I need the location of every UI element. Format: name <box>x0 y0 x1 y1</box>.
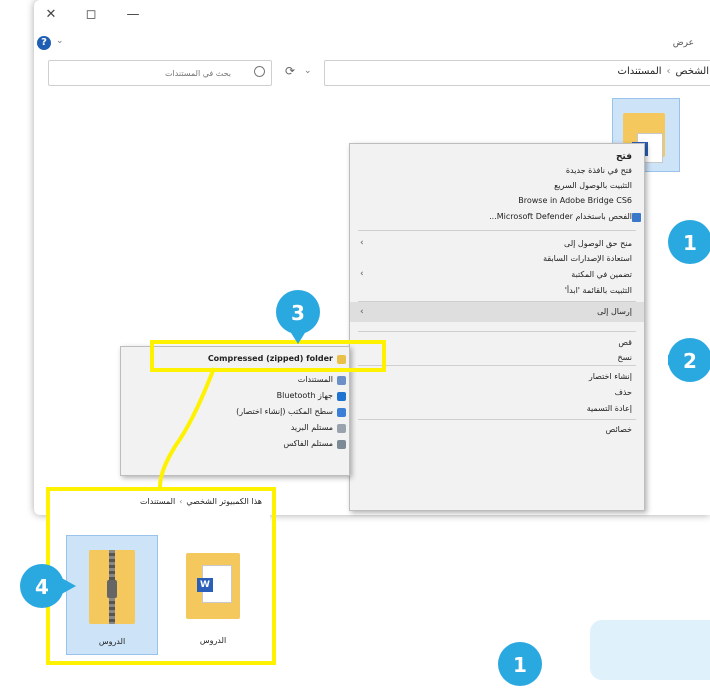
step-marker-3: 3 <box>276 290 320 344</box>
step-marker-2: 2 <box>658 338 710 382</box>
step-marker-1: 1 <box>668 220 710 264</box>
info-card <box>590 620 710 680</box>
step-marker-next: 1 <box>498 642 542 686</box>
connector-line <box>158 367 216 488</box>
step-marker-4: 4 <box>20 564 76 608</box>
